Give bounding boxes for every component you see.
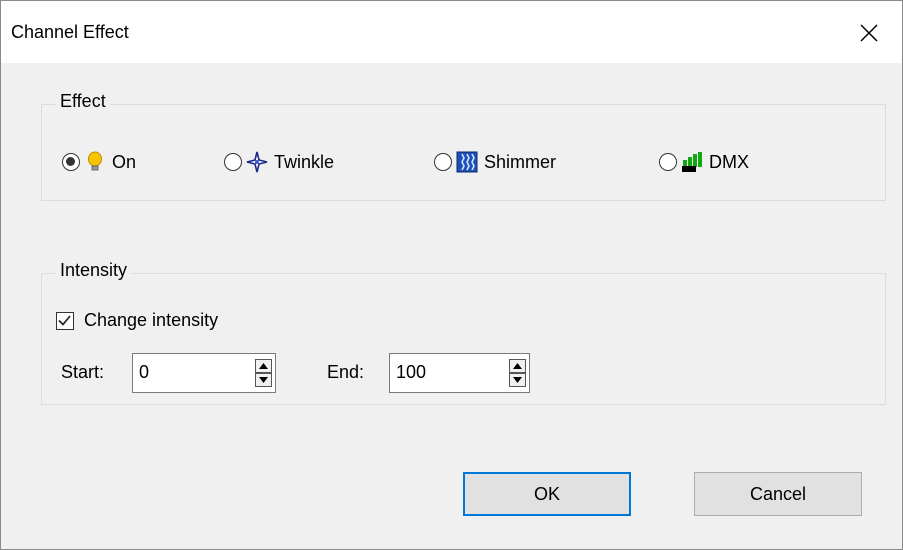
change-intensity-checkbox[interactable] — [56, 311, 74, 330]
checkmark-icon — [58, 314, 71, 326]
end-value[interactable]: 100 — [396, 362, 426, 383]
radio-dmx-label: DMX — [709, 151, 749, 172]
start-increment-button[interactable] — [255, 359, 272, 373]
arrow-down-icon — [513, 377, 522, 383]
end-spin-buttons — [509, 359, 526, 387]
close-icon — [860, 24, 878, 42]
end-label: End: — [327, 362, 365, 382]
start-spin-buttons — [255, 359, 272, 387]
shimmer-icon — [456, 151, 478, 173]
intensity-group-label: Intensity — [56, 260, 132, 281]
radio-twinkle-button[interactable] — [224, 153, 242, 171]
effect-group: Effect On Twinkle Shimmer DMX — [41, 91, 886, 201]
ok-button[interactable]: OK — [463, 472, 631, 516]
intensity-group: Intensity Change intensity Start: 0 End: — [41, 260, 886, 405]
change-intensity-option[interactable]: Change intensity — [56, 310, 218, 331]
lightbulb-icon — [88, 151, 102, 171]
start-value[interactable]: 0 — [139, 362, 149, 383]
radio-dmx-button[interactable] — [659, 153, 677, 171]
start-spinbox[interactable]: 0 — [132, 353, 276, 393]
arrow-down-icon — [259, 377, 268, 383]
channel-effect-dialog: Channel Effect Effect On Twinkle Shimmer… — [0, 0, 903, 550]
dmx-icon — [682, 152, 702, 172]
start-decrement-button[interactable] — [255, 373, 272, 387]
window-title: Channel Effect — [11, 22, 129, 42]
sparkle-icon — [246, 151, 268, 173]
close-button[interactable] — [847, 13, 891, 53]
radio-dmx[interactable]: DMX — [659, 149, 749, 175]
arrow-up-icon — [513, 363, 522, 369]
end-decrement-button[interactable] — [509, 373, 526, 387]
title-bar: Channel Effect — [1, 1, 902, 63]
radio-shimmer[interactable]: Shimmer — [434, 149, 556, 175]
radio-shimmer-button[interactable] — [434, 153, 452, 171]
cancel-button[interactable]: Cancel — [694, 472, 862, 516]
arrow-up-icon — [259, 363, 268, 369]
radio-twinkle-label: Twinkle — [274, 151, 335, 172]
radio-twinkle[interactable]: Twinkle — [224, 149, 334, 175]
start-label: Start: — [61, 362, 105, 382]
end-spinbox[interactable]: 100 — [389, 353, 530, 393]
radio-on-label: On — [112, 151, 137, 172]
radio-shimmer-label: Shimmer — [484, 151, 557, 172]
radio-on-button[interactable] — [62, 153, 80, 171]
end-increment-button[interactable] — [509, 359, 526, 373]
effect-group-label: Effect — [56, 91, 110, 112]
radio-on[interactable]: On — [62, 149, 136, 175]
change-intensity-label: Change intensity — [84, 310, 219, 330]
